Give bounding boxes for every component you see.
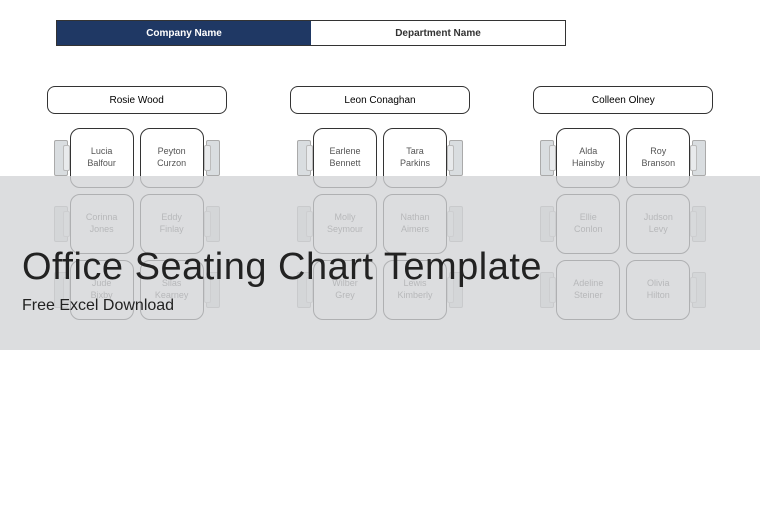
seat-first: Tara (406, 146, 424, 158)
seat-last: Parkins (400, 158, 430, 170)
company-name-cell: Company Name (57, 21, 311, 45)
chair-icon (540, 140, 554, 176)
seat-last: Branson (642, 158, 676, 170)
chair-icon (692, 140, 706, 176)
seat-first: Earlene (329, 146, 360, 158)
overlay-title: Office Seating Chart Template (22, 246, 542, 289)
chair-icon (297, 140, 311, 176)
cluster-leader: Leon Conaghan (290, 86, 470, 114)
seat-first: Lucia (91, 146, 113, 158)
seat-last: Bennett (329, 158, 360, 170)
chair-icon (54, 140, 68, 176)
seat-last: Curzon (157, 158, 186, 170)
chair-icon (449, 140, 463, 176)
cluster-leader: Rosie Wood (47, 86, 227, 114)
seat-first: Alda (579, 146, 597, 158)
cluster-leader: Colleen Olney (533, 86, 713, 114)
department-name-cell: Department Name (311, 21, 565, 45)
template-header: Company Name Department Name (56, 20, 566, 46)
seat-last: Balfour (87, 158, 116, 170)
overlay-subtitle: Free Excel Download (22, 297, 542, 315)
seat-first: Peyton (158, 146, 186, 158)
overlay-text: Office Seating Chart Template Free Excel… (22, 246, 542, 315)
seat-first: Roy (650, 146, 666, 158)
seat-last: Hainsby (572, 158, 605, 170)
chair-icon (206, 140, 220, 176)
